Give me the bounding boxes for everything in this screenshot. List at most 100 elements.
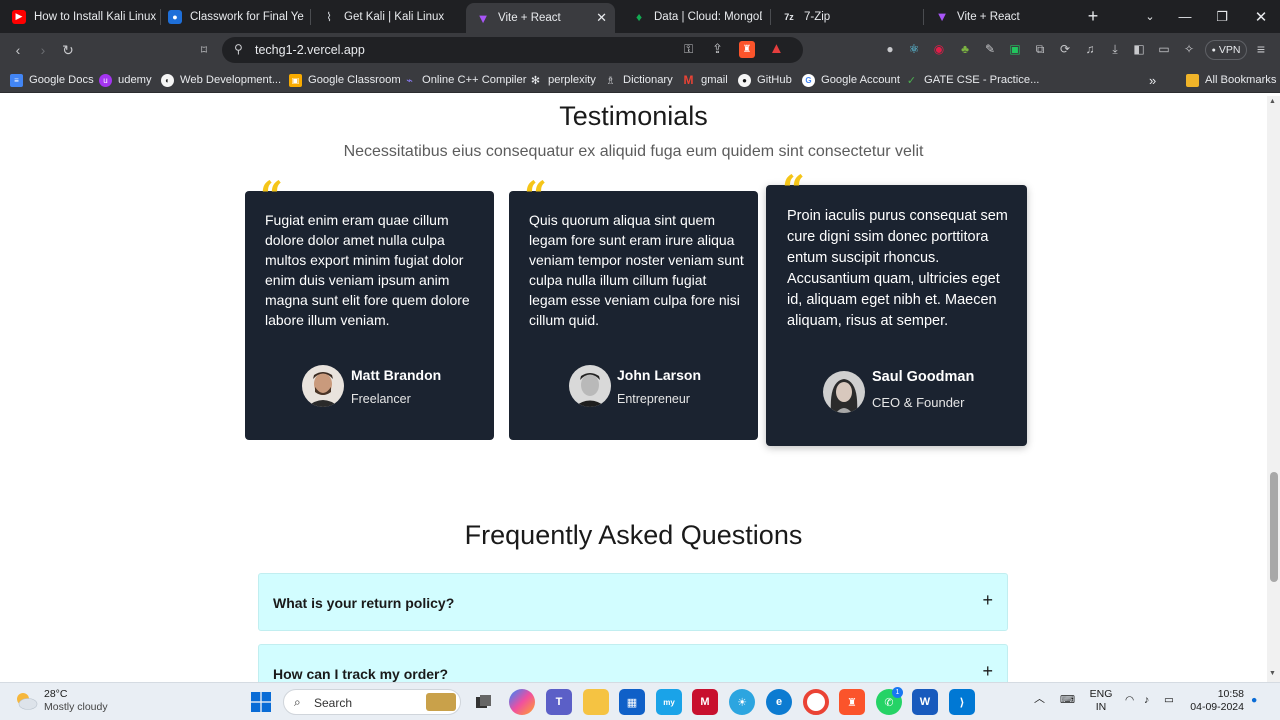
bookmark-gmail[interactable]: M gmail — [682, 72, 728, 88]
teams-icon[interactable]: T — [546, 689, 572, 715]
tab-classwork[interactable]: ● Classwork for Final Year C — [168, 0, 304, 33]
taskbar-search-box[interactable]: ⌕ Search — [283, 689, 461, 715]
classroom-icon: ● — [168, 9, 182, 24]
restore-button[interactable]: ❐ — [1204, 0, 1240, 33]
copilot-icon[interactable] — [509, 689, 535, 715]
all-bookmarks-folder[interactable]: All Bookmarks — [1186, 72, 1277, 88]
plus-icon[interactable]: + — [982, 590, 993, 611]
tab-search-chevron-icon[interactable]: ⌄ — [1132, 0, 1168, 33]
weather-widget[interactable]: 28°C Mostly cloudy — [14, 688, 108, 714]
forward-arrow-icon[interactable]: › — [31, 38, 55, 62]
bookmark-perplexity[interactable]: ✻ perplexity — [529, 72, 596, 88]
page-scrollbar[interactable]: ▲ ▼ — [1267, 96, 1280, 682]
bookmark-gate-cse[interactable]: ✓ GATE CSE - Practice... — [905, 72, 1040, 88]
menu-icon[interactable]: ≡ — [1253, 41, 1269, 57]
react-devtools-icon[interactable]: ⚛ — [906, 41, 922, 57]
bookmark-udemy[interactable]: u udemy — [99, 72, 152, 88]
show-hidden-icons-chevron-icon[interactable]: ︿ — [1034, 693, 1045, 706]
windows-start-icon[interactable] — [248, 689, 274, 715]
key-icon[interactable]: ⚿ — [684, 42, 693, 57]
puzzle-extensions-icon[interactable]: ⧉ — [1032, 41, 1048, 57]
tab-mongodb[interactable]: ♦ Data | Cloud: MongoDB C — [632, 0, 762, 33]
webdev-icon: ◐ — [161, 73, 174, 87]
share-icon[interactable]: ⇪ — [712, 41, 723, 57]
tab-get-kali[interactable]: ⌇ Get Kali | Kali Linux — [322, 0, 462, 33]
new-tab-button[interactable]: + — [1075, 0, 1111, 33]
music-icon[interactable]: ♫ — [1082, 41, 1098, 57]
bookmark-google-account[interactable]: G Google Account — [802, 72, 900, 88]
leo-ai-icon[interactable]: ✧ — [1181, 41, 1197, 57]
language-indicator[interactable]: ENG IN — [1088, 688, 1114, 714]
weather-app-icon[interactable]: ☀ — [729, 689, 755, 715]
chrome-icon[interactable] — [803, 689, 829, 715]
bookmark-web-development[interactable]: ◐ Web Development... — [161, 72, 281, 88]
close-window-button[interactable]: ✕ — [1243, 0, 1279, 33]
testimonial-text: Quis quorum aliqua sint quem legam fore … — [529, 212, 744, 328]
address-bar[interactable]: ⚲ techg1-2.vercel.app ⚿ ⇪ ♜ ▲ — [222, 37, 803, 63]
tab-title: How to Install Kali Linux — [34, 10, 157, 23]
wallet-icon[interactable]: ▭ — [1156, 41, 1172, 57]
tab-vite-react-active[interactable]: ▼ Vite + React ✕ — [466, 3, 615, 33]
bookmark-google-classroom[interactable]: ▣ Google Classroom — [289, 72, 401, 88]
task-view-icon[interactable] — [471, 689, 497, 715]
faq-title: Frequently Asked Questions — [464, 520, 803, 550]
mysql-workbench-icon[interactable]: my — [656, 689, 682, 715]
bookmark-label: Online C++ Compiler — [422, 74, 527, 86]
file-explorer-icon[interactable] — [583, 689, 609, 715]
microsoft-store-icon[interactable]: ▦ — [619, 689, 645, 715]
scrollbar-thumb[interactable] — [1270, 472, 1278, 582]
mcafee-icon[interactable]: M — [692, 689, 718, 715]
vpn-button[interactable]: ● VPN — [1205, 40, 1247, 60]
edge-icon[interactable]: e — [766, 689, 792, 715]
bookmark-google-docs[interactable]: ≡ Google Docs — [10, 72, 94, 88]
lock-extension-icon[interactable]: ▣ — [1007, 41, 1023, 57]
bookmarks-overflow-chevron-icon[interactable]: » — [1149, 72, 1156, 88]
faq-item[interactable]: What is your return policy? + — [258, 573, 1008, 631]
browser-toolbar: ‹ › ↻ ⌑ ⚲ techg1-2.vercel.app ⚿ ⇪ ♜ ▲ ● … — [0, 33, 1280, 67]
vscode-icon[interactable]: ⟩ — [949, 689, 975, 715]
testimonial-text: Fugiat enim eram quae cillum dolore dolo… — [265, 212, 470, 328]
record-icon[interactable]: ◉ — [931, 41, 947, 57]
bookmark-online-cpp-compiler[interactable]: ⌁ Online C++ Compiler — [403, 72, 526, 88]
tab-kali-youtube[interactable]: ▶ How to Install Kali Linux — [12, 0, 162, 33]
faq-item[interactable]: How can I track my order? + — [258, 644, 1008, 682]
site-settings-icon[interactable]: ⚲ — [234, 42, 243, 56]
battery-icon[interactable]: ▭ — [1164, 694, 1174, 707]
sync-icon[interactable]: ⟳ — [1057, 41, 1073, 57]
minimize-button[interactable]: — — [1167, 0, 1203, 33]
brave-shields-icon[interactable]: ♜ — [739, 41, 755, 58]
tree-extension-icon[interactable]: ♣ — [957, 41, 973, 57]
testimonial-card-highlighted: “ Proin iaculis purus consequat sem cure… — [766, 171, 1027, 446]
reload-icon[interactable]: ↻ — [56, 38, 80, 62]
tab-title: 7-Zip — [804, 10, 831, 23]
tab-separator — [770, 9, 771, 25]
clock[interactable]: 10:58 04-09-2024 — [1188, 688, 1244, 714]
keyboard-icon[interactable]: ⌨ — [1060, 694, 1075, 707]
volume-icon[interactable]: ♪ — [1144, 694, 1149, 707]
download-icon[interactable]: ⤓ — [1107, 41, 1123, 57]
tab-title: Get Kali | Kali Linux — [344, 10, 445, 23]
back-arrow-icon[interactable]: ‹ — [6, 38, 30, 62]
close-icon[interactable]: ✕ — [596, 10, 607, 26]
bookmark-dictionary[interactable]: ♗ Dictionary — [604, 72, 673, 88]
wifi-icon[interactable]: ◠ — [1125, 694, 1134, 707]
bookmark-label: GATE CSE - Practice... — [924, 74, 1040, 86]
brave-icon[interactable]: ♜ — [839, 689, 865, 715]
tab-7zip[interactable]: 7z 7-Zip — [782, 0, 922, 33]
brave-rewards-icon[interactable]: ▲ — [769, 40, 784, 57]
bookmark-icon[interactable]: ⌑ — [192, 38, 216, 62]
eyedropper-icon[interactable]: ✎ — [982, 41, 998, 57]
tab-separator — [310, 9, 311, 25]
plus-icon[interactable]: + — [982, 661, 993, 682]
sidebar-icon[interactable]: ◧ — [1131, 41, 1147, 57]
avatar-photo — [823, 371, 865, 413]
youtube-icon: ▶ — [12, 9, 26, 24]
bookmark-label: Google Classroom — [308, 74, 401, 86]
word-icon[interactable]: W — [912, 689, 938, 715]
scroll-down-arrow-icon[interactable]: ▼ — [1269, 670, 1276, 677]
notification-bell-icon[interactable]: ● — [1251, 694, 1257, 707]
tab-vite-react[interactable]: ▼ Vite + React — [935, 0, 1070, 33]
scroll-up-arrow-icon[interactable]: ▲ — [1269, 98, 1276, 105]
bookmark-github[interactable]: ● GitHub — [738, 72, 792, 88]
extension-microphone-icon[interactable]: ● — [882, 41, 898, 57]
